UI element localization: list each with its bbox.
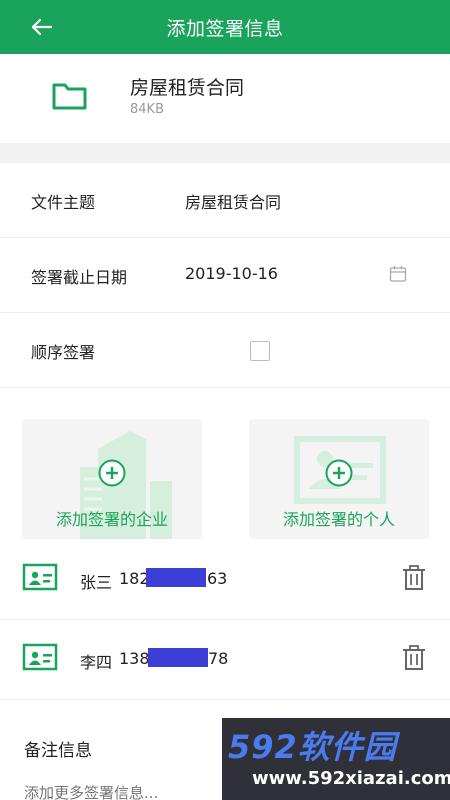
watermark-logo: 592软件园 www.592xiazai.com: [222, 718, 450, 800]
sequential-label: 顺序签署: [31, 343, 96, 362]
signer-phone-suffix: 78: [208, 649, 229, 668]
subject-row[interactable]: 文件主题 房屋租赁合同: [0, 163, 450, 238]
sequential-row: 顺序签署: [0, 313, 450, 388]
notes-input[interactable]: [24, 784, 224, 800]
add-signer-section: 添加签署的企业 添加签署的个人 张三 182 63 李四 138 78: [0, 388, 450, 700]
add-person-label: 添加签署的个人: [282, 510, 395, 529]
plus-circle-icon: [98, 459, 126, 487]
page-title: 添加签署信息: [166, 17, 284, 40]
plus-circle-icon: [325, 459, 353, 487]
add-company-label: 添加签署的企业: [55, 510, 168, 529]
calendar-icon[interactable]: [388, 264, 408, 284]
signer-phone-prefix: 138: [119, 649, 150, 668]
phone-redaction: [148, 648, 208, 667]
add-person-button[interactable]: 添加签署的个人: [249, 419, 429, 539]
subject-value[interactable]: 房屋租赁合同: [185, 189, 281, 213]
signer-phone-suffix: 63: [207, 569, 228, 588]
back-button[interactable]: [26, 12, 56, 42]
app-header: 添加签署信息: [0, 0, 450, 54]
arrow-left-icon: [31, 18, 52, 36]
watermark-brand: 592软件园: [228, 728, 397, 766]
contact-card-icon: [22, 643, 58, 671]
signing-form: 文件主题 房屋租赁合同 签署截止日期 2019-10-16 顺序签署: [0, 163, 450, 388]
deadline-row[interactable]: 签署截止日期 2019-10-16: [0, 238, 450, 313]
folder-icon: [52, 83, 87, 110]
signer-phone-prefix: 182: [119, 569, 150, 588]
subject-label: 文件主题: [31, 193, 96, 212]
signer-row: 李四 138 78: [0, 620, 450, 700]
trash-icon[interactable]: [402, 645, 426, 671]
contact-card-icon: [22, 563, 58, 591]
add-company-button[interactable]: 添加签署的企业: [22, 419, 202, 539]
file-size: 84KB: [130, 102, 164, 117]
watermark-url: www.592xiazai.com: [252, 768, 450, 789]
notes-label: 备注信息: [24, 741, 92, 761]
file-name: 房屋租赁合同: [130, 77, 245, 99]
trash-icon[interactable]: [402, 565, 426, 591]
signer-row: 张三 182 63: [0, 540, 450, 620]
signer-name: 张三: [80, 573, 113, 592]
signer-name: 李四: [80, 653, 113, 672]
phone-redaction: [146, 568, 206, 587]
file-card: 房屋租赁合同 84KB: [0, 54, 450, 143]
deadline-value[interactable]: 2019-10-16: [185, 264, 278, 283]
deadline-label: 签署截止日期: [31, 268, 128, 287]
sequential-checkbox[interactable]: [250, 341, 270, 361]
